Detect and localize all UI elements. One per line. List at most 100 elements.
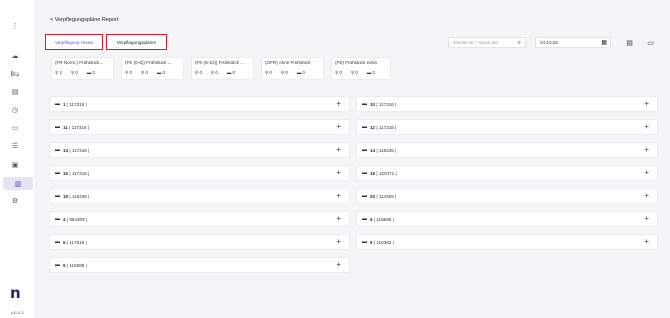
bed-icon: ▬ [226,70,232,75]
gear-icon[interactable]: ⚙ [6,194,24,208]
category-name: (FR Norm.) Frühstück... [55,60,104,65]
category-name: (OFR) ohne Frühstück [265,60,311,65]
room-row[interactable]: ▬ 16 | 120471 | + [356,165,658,181]
search-placeholder: Zimmer Nr. / Name des [453,40,499,45]
room-number: 5 [370,217,373,222]
expand-plus-icon[interactable]: + [644,191,649,200]
more-vertical-icon[interactable]: ⋮ [6,19,24,33]
room-row[interactable]: ▬ 10 | 117316 | + [356,96,658,112]
adults-count: ⚲ 0 [125,70,132,75]
room-code: 117316 [378,102,394,107]
room-number: 9 [370,240,373,245]
room-number: 16 [370,171,376,176]
room-row[interactable]: ▬ 14 | 116235 | + [356,142,658,158]
child-icon: ⚲ [70,70,75,75]
room-number: 9 [63,263,66,268]
room-code: 116235 [378,148,394,153]
kids-count: ⚲ 0 [140,70,148,75]
category-name: (FE) Frühstück extra [335,60,377,65]
room-code: 120471 [378,171,395,176]
expand-plus-icon[interactable]: + [336,260,341,269]
expand-plus-icon[interactable]: + [644,99,649,108]
room-code: 110382 [376,240,392,245]
person-icon: ⚲ [195,70,199,75]
chat-icon[interactable]: ▭ [6,121,24,135]
page-title[interactable]: < Verpflegungspläne Report [50,17,118,23]
bed-icon[interactable]: 🛏 [6,67,24,81]
expand-plus-icon[interactable]: + [644,122,649,131]
adults-count: ⚲ 0 [195,70,202,75]
expand-plus-icon[interactable]: + [336,168,341,177]
bed-icon: ▬ [362,170,367,176]
expand-plus-icon[interactable]: + [336,122,341,131]
category-name: (FK (6-12)) Frühstück ... [195,60,245,65]
room-row[interactable]: ▬ 5 | 118595 | + [356,211,658,227]
tab-verpflegungsplaner[interactable]: Verpflegungsplaner [106,34,167,50]
version-label: v11.6.2 [11,310,24,315]
expand-plus-icon[interactable]: + [336,237,341,246]
expand-plus-icon[interactable]: + [336,99,341,108]
logo: n [10,284,21,302]
contact-icon[interactable]: ▣ [6,158,24,172]
room-number: 14 [370,148,376,153]
expand-plus-icon[interactable]: + [336,191,341,200]
room-row[interactable]: ▬ 1 | 117316 | + [49,96,350,112]
room-row[interactable]: ▬ 9 | 115888 | + [49,257,350,273]
bed-icon: ▬ [362,216,367,222]
room-row[interactable]: ▬ 6 | 117316 | + [49,234,350,250]
cloud-icon[interactable]: ☁ [6,49,24,63]
kids-count: ⚲ 0 [70,70,78,75]
room-code: 117316 [71,171,87,176]
bed-icon: ▬ [55,170,60,176]
date-value: 24.10.25 [540,40,558,45]
beds-count: ▬ 0 [226,70,235,75]
expand-plus-icon[interactable]: + [644,237,649,246]
export-icon[interactable]: ▤ [624,37,635,48]
tab-verpflegung-heute[interactable]: Verpflegung Heute [45,34,103,50]
bed-icon: ▬ [362,239,367,245]
category-card: (FE) Frühstück extra ⚲ 0 ⚲ 0 ▬ 0 [331,57,391,80]
room-row[interactable]: ▬ 15 | 117316 | + [49,165,350,181]
room-row[interactable]: ▬ 13 | 117316 | + [49,142,350,158]
chart-icon[interactable]: ▥ [3,177,33,190]
room-row[interactable]: ▬ 12 | 117316 | + [356,119,658,135]
list-icon[interactable]: ☰ [6,139,24,153]
bed-icon: ▬ [55,262,60,268]
expand-plus-icon[interactable]: + [644,168,649,177]
category-card: (OFR) ohne Frühstück ⚲ 0 ⚲ 0 ▬ 0 [261,57,324,80]
kids-count: ⚲ 0 [210,70,218,75]
room-row[interactable]: ▬ 9 | 110382 | + [356,234,658,250]
category-name: (FK (0-5)) Frühstück ... [125,60,172,65]
room-number: 10 [370,102,376,107]
room-row[interactable]: ▬ 20 | 114309 | + [356,188,658,204]
room-row[interactable]: ▬ 19 | 116235 | + [49,188,350,204]
adults-count: ⚲ 0 [265,70,272,75]
room-number: 12 [370,125,376,130]
calendar-icon[interactable]: ▦ [601,39,607,48]
room-code: 117316 [69,102,85,107]
room-code: 115888 [69,263,85,268]
bed-icon: ▬ [362,193,367,199]
search-input[interactable]: Zimmer Nr. / Name des ⌕ [448,37,526,48]
adults-count: ⚲ 0 [335,70,342,75]
room-number: 6 [63,240,66,245]
expand-plus-icon[interactable]: + [644,145,649,154]
bed-icon: ▬ [362,124,367,130]
expand-plus-icon[interactable]: + [644,214,649,223]
clock-icon[interactable]: ◷ [6,103,24,117]
room-code: 117316 [69,240,85,245]
clipboard-icon[interactable]: ▤ [6,85,24,99]
date-field[interactable]: 24.10.25 ▦ [535,37,611,48]
room-number: 15 [63,171,69,176]
expand-plus-icon[interactable]: + [336,145,341,154]
child-icon: ⚲ [280,70,285,75]
message-icon[interactable]: ▭ [645,37,656,48]
child-icon: ⚲ [350,70,355,75]
room-row[interactable]: ▬ 4 | 994309 | + [49,211,350,227]
expand-plus-icon[interactable]: + [336,214,341,223]
bed-icon: ▬ [156,70,162,75]
bed-icon: ▬ [366,70,372,75]
room-row[interactable]: ▬ 11 | 117316 | + [49,119,350,135]
category-card: (FK (6-12)) Frühstück ... ⚲ 0 ⚲ 0 ▬ 0 [191,57,254,80]
room-number: 19 [63,194,69,199]
